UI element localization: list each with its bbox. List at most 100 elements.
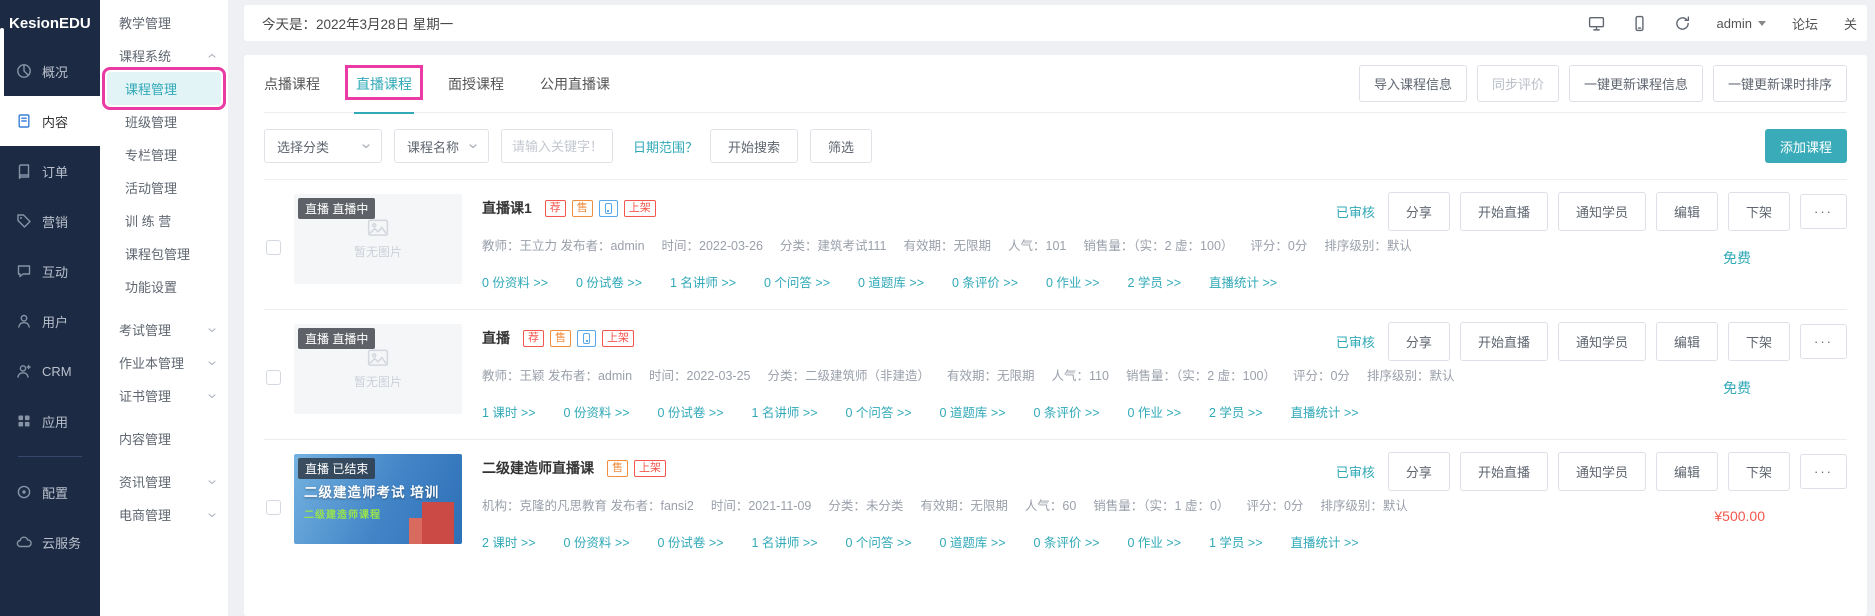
start-live-button[interactable]: 开始直播 <box>1460 192 1548 231</box>
more-button[interactable]: ··· <box>1800 324 1847 359</box>
start-live-button[interactable]: 开始直播 <box>1460 452 1548 491</box>
search-field-select[interactable]: 课程名称 <box>394 129 489 163</box>
sidebar-item-order[interactable]: 订单 <box>0 146 100 196</box>
more-button[interactable]: ··· <box>1800 454 1847 489</box>
import-course-info-button[interactable]: 导入课程信息 <box>1359 65 1467 102</box>
course-stat-link[interactable]: 0 作业 >> <box>1046 276 1100 290</box>
submenu-item[interactable]: 作业本管理 <box>100 346 228 379</box>
tab-3[interactable]: 面授课程 <box>448 55 504 113</box>
search-button[interactable]: 开始搜索 <box>710 129 798 163</box>
forum-link[interactable]: 论坛 <box>1792 14 1818 33</box>
course-stat-link[interactable]: 1 课时 >> <box>482 406 536 420</box>
course-stat-link[interactable]: 0 条评价 >> <box>952 276 1018 290</box>
tab-4[interactable]: 公用直播课 <box>540 55 610 113</box>
sidebar-item-content[interactable]: 内容 <box>0 96 100 146</box>
share-button[interactable]: 分享 <box>1388 322 1450 361</box>
course-stat-link[interactable]: 1 名讲师 >> <box>752 536 818 550</box>
course-stat-link[interactable]: 直播统计 >> <box>1209 276 1277 290</box>
sidebar-item-cloud[interactable]: 云服务 <box>0 517 100 567</box>
course-stat-link[interactable]: 0 道题库 >> <box>940 536 1006 550</box>
close-link[interactable]: 关 <box>1844 14 1857 33</box>
course-stat-link[interactable]: 0 份试卷 >> <box>658 536 724 550</box>
sidebar-item-config[interactable]: 配置 <box>0 467 100 517</box>
course-thumbnail[interactable]: 直播 直播中暂无图片 <box>294 194 462 284</box>
filter-button[interactable]: 筛选 <box>810 129 872 163</box>
sidebar-scrollbar[interactable] <box>0 28 4 128</box>
submenu-item[interactable]: 资讯管理 <box>100 465 228 498</box>
refresh-icon[interactable] <box>1674 15 1691 32</box>
course-stat-link[interactable]: 2 课时 >> <box>482 536 536 550</box>
submenu-item[interactable]: 功能设置 <box>100 270 228 303</box>
sidebar-item-apps[interactable]: 应用 <box>0 396 100 446</box>
sync-reviews-button[interactable]: 同步评价 <box>1477 65 1559 102</box>
course-stat-link[interactable]: 0 份试卷 >> <box>658 406 724 420</box>
share-button[interactable]: 分享 <box>1388 452 1450 491</box>
course-stat-link[interactable]: 0 份资料 >> <box>564 406 630 420</box>
course-stat-link[interactable]: 0 份资料 >> <box>564 536 630 550</box>
course-stat-link[interactable]: 0 份资料 >> <box>482 276 548 290</box>
update-course-info-button[interactable]: 一键更新课程信息 <box>1569 65 1703 102</box>
submenu-item[interactable]: 教学管理 <box>100 6 228 39</box>
submenu-item[interactable]: 课程管理 <box>107 72 221 105</box>
course-stat-link[interactable]: 0 份试卷 >> <box>576 276 642 290</box>
row-checkbox[interactable] <box>266 500 281 515</box>
unpublish-button[interactable]: 下架 <box>1728 192 1790 231</box>
course-stat-link[interactable]: 0 道题库 >> <box>858 276 924 290</box>
course-stat-link[interactable]: 0 道题库 >> <box>940 406 1006 420</box>
row-checkbox[interactable] <box>266 240 281 255</box>
submenu-item[interactable]: 专栏管理 <box>100 138 228 171</box>
edit-button[interactable]: 编辑 <box>1656 192 1718 231</box>
desktop-view-icon[interactable] <box>1588 15 1605 32</box>
notify-students-button[interactable]: 通知学员 <box>1558 322 1646 361</box>
course-stat-link[interactable]: 0 条评价 >> <box>1034 406 1100 420</box>
edit-button[interactable]: 编辑 <box>1656 322 1718 361</box>
submenu-item[interactable]: 训 练 营 <box>100 204 228 237</box>
start-live-button[interactable]: 开始直播 <box>1460 322 1548 361</box>
course-stat-link[interactable]: 0 作业 >> <box>1128 406 1182 420</box>
submenu-item[interactable]: 课程系统 <box>100 39 228 72</box>
audit-status-badge[interactable]: 已审核 <box>1336 202 1375 221</box>
edit-button[interactable]: 编辑 <box>1656 452 1718 491</box>
submenu-item[interactable]: 课程包管理 <box>100 237 228 270</box>
course-stat-link[interactable]: 1 学员 >> <box>1209 536 1263 550</box>
notify-students-button[interactable]: 通知学员 <box>1558 452 1646 491</box>
course-stat-link[interactable]: 1 名讲师 >> <box>670 276 736 290</box>
user-menu[interactable]: admin <box>1717 16 1766 31</box>
sidebar-item-marketing[interactable]: 营销 <box>0 196 100 246</box>
course-stat-link[interactable]: 直播统计 >> <box>1291 536 1359 550</box>
course-thumbnail[interactable]: 直播 已结束二级建造师考试 培训二级建造师课程 <box>294 454 462 544</box>
category-select[interactable]: 选择分类 <box>264 129 382 163</box>
audit-status-badge[interactable]: 已审核 <box>1336 462 1375 481</box>
sidebar-item-user[interactable]: 用户 <box>0 296 100 346</box>
submenu-item[interactable]: 电商管理 <box>100 498 228 531</box>
unpublish-button[interactable]: 下架 <box>1728 322 1790 361</box>
course-stat-link[interactable]: 0 个问答 >> <box>764 276 830 290</box>
course-stat-link[interactable]: 2 学员 >> <box>1128 276 1182 290</box>
notify-students-button[interactable]: 通知学员 <box>1558 192 1646 231</box>
more-button[interactable]: ··· <box>1800 194 1847 229</box>
mobile-view-icon[interactable] <box>1631 15 1648 32</box>
tab-1[interactable]: 点播课程 <box>264 55 320 113</box>
submenu-item[interactable]: 考试管理 <box>100 313 228 346</box>
submenu-item[interactable]: 内容管理 <box>100 422 228 455</box>
keyword-input[interactable] <box>501 129 613 163</box>
tab-2[interactable]: 直播课程 <box>356 55 412 113</box>
course-stat-link[interactable]: 0 作业 >> <box>1128 536 1182 550</box>
sidebar-item-interaction[interactable]: 互动 <box>0 246 100 296</box>
row-checkbox[interactable] <box>266 370 281 385</box>
course-stat-link[interactable]: 2 学员 >> <box>1209 406 1263 420</box>
course-stat-link[interactable]: 直播统计 >> <box>1291 406 1359 420</box>
unpublish-button[interactable]: 下架 <box>1728 452 1790 491</box>
submenu-item[interactable]: 证书管理 <box>100 379 228 412</box>
add-course-button[interactable]: 添加课程 <box>1765 129 1847 163</box>
course-stat-link[interactable]: 0 个问答 >> <box>846 406 912 420</box>
share-button[interactable]: 分享 <box>1388 192 1450 231</box>
sidebar-item-overview[interactable]: 概况 <box>0 46 100 96</box>
course-stat-link[interactable]: 0 个问答 >> <box>846 536 912 550</box>
course-stat-link[interactable]: 0 条评价 >> <box>1034 536 1100 550</box>
sidebar-item-crm[interactable]: CRM <box>0 346 100 396</box>
course-stat-link[interactable]: 1 名讲师 >> <box>752 406 818 420</box>
date-range-link[interactable]: 日期范围？ <box>633 137 698 156</box>
submenu-item[interactable]: 班级管理 <box>100 105 228 138</box>
submenu-item[interactable]: 活动管理 <box>100 171 228 204</box>
